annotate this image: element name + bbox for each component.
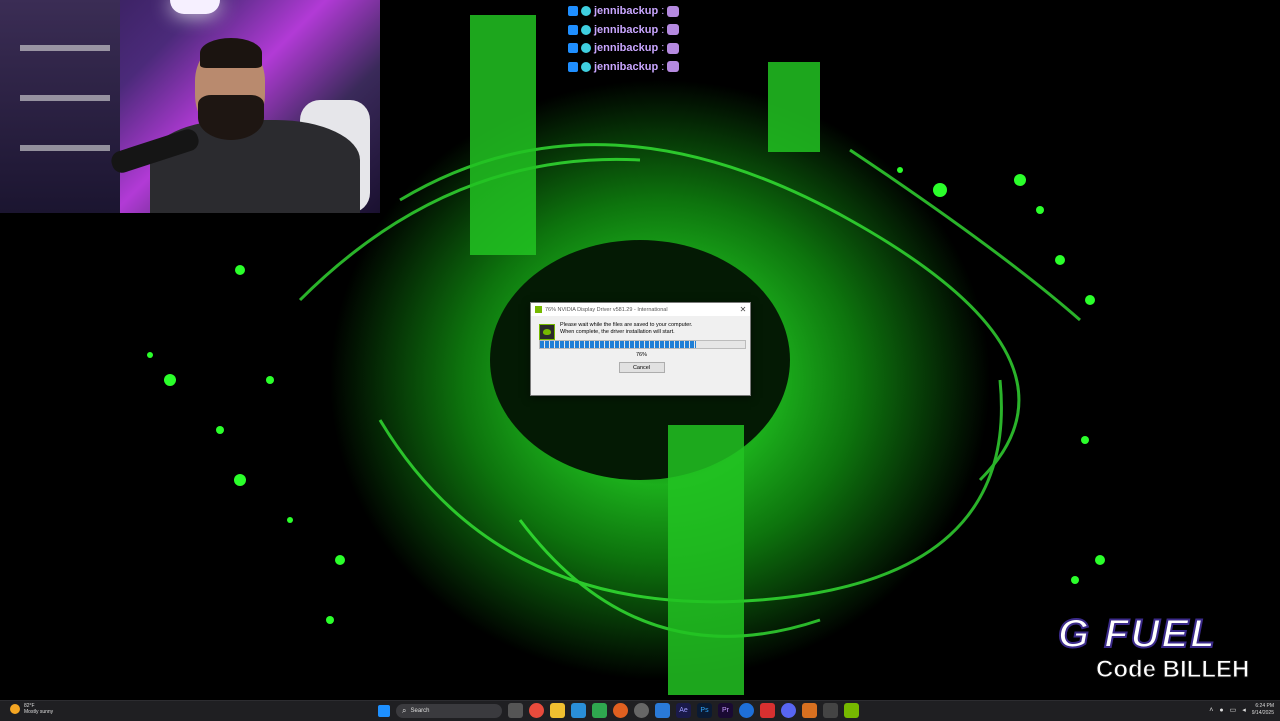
nvidia-logo-icon [539, 324, 555, 340]
nvidia-taskbar-icon[interactable] [844, 703, 859, 718]
chevron-up-icon[interactable]: ˄ [1209, 707, 1213, 714]
pixel-artifact [768, 62, 820, 152]
dialog-titlebar[interactable]: 76% NVIDIA Display Driver v581.29 - Inte… [531, 303, 750, 316]
badge-icon [568, 24, 578, 35]
app-icon[interactable] [739, 703, 754, 718]
sponsor-brand: G FUEL [1057, 611, 1217, 657]
weather-desc: Mostly sunny [24, 709, 54, 715]
app-icon[interactable] [760, 703, 775, 718]
emote-icon [667, 61, 680, 73]
chat-overlay: jennibackup : jennibackup : jennibackup … [568, 2, 768, 76]
chat-message: jennibackup : [568, 58, 768, 77]
badge-icon [581, 6, 591, 17]
app-icon[interactable] [802, 703, 817, 718]
app-icon[interactable] [634, 703, 649, 718]
app-icon[interactable] [613, 703, 628, 718]
clock-date: 9/14/2025 [1251, 710, 1274, 716]
volume-icon[interactable]: ◂ [1242, 706, 1246, 714]
badge-icon [581, 24, 591, 35]
search-icon: ⌕ [402, 705, 407, 715]
sponsor-code: Code BILLEH [1095, 656, 1250, 684]
photoshop-icon[interactable]: Ps [697, 703, 712, 718]
taskbar: 82°F Mostly sunny ⌕ Search Ae Ps Pr ˄ ● … [0, 700, 1280, 721]
network-icon[interactable]: ▭ [1230, 706, 1237, 714]
app-icon[interactable] [823, 703, 838, 718]
clock-time: 6:24 PM [1255, 703, 1274, 709]
progress-fill [540, 341, 696, 348]
discord-icon[interactable] [781, 703, 796, 718]
badge-icon [568, 61, 578, 72]
close-icon[interactable]: ✕ [736, 305, 750, 314]
dialog-message: Please wait while the files are saved to… [560, 322, 744, 336]
chat-username: jennibackup [594, 5, 659, 18]
badge-icon [568, 6, 578, 17]
app-icon[interactable] [592, 703, 607, 718]
badge-icon [581, 61, 591, 72]
after-effects-icon[interactable]: Ae [676, 703, 691, 718]
message-line: Please wait while the files are saved to… [560, 322, 693, 328]
message-line: When complete, the driver installation w… [560, 329, 675, 335]
app-icon[interactable] [655, 703, 670, 718]
chat-message: jennibackup : [568, 39, 768, 58]
chat-username: jennibackup [594, 42, 659, 55]
nvidia-extract-dialog: 76% NVIDIA Display Driver v581.29 - Inte… [530, 302, 751, 396]
chat-username: jennibackup [594, 23, 659, 36]
mic-icon[interactable]: ● [1219, 707, 1223, 714]
task-view-icon[interactable] [508, 703, 523, 718]
chat-message: jennibackup : [568, 21, 768, 40]
clock[interactable]: 6:24 PM 9/14/2025 [1252, 703, 1274, 717]
weather-widget[interactable]: 82°F Mostly sunny [10, 703, 53, 715]
emote-icon [667, 24, 680, 36]
taskbar-apps: ⌕ Search Ae Ps Pr [378, 703, 859, 718]
cancel-button[interactable]: Cancel [618, 362, 665, 373]
sponsor-overlay: G FUEL Code BILLEH [1057, 611, 1278, 692]
system-tray: ˄ ● ▭ ◂ 6:24 PM 9/14/2025 [1209, 703, 1274, 717]
progress-percent: 76% [635, 352, 647, 358]
chrome-icon[interactable] [529, 703, 544, 718]
chat-separator: : [661, 42, 665, 55]
pixel-artifact [668, 425, 744, 695]
dialog-title: 76% NVIDIA Display Driver v581.29 - Inte… [545, 306, 668, 313]
windows-start-icon[interactable] [378, 704, 390, 717]
badge-icon [568, 43, 578, 54]
app-icon[interactable] [571, 703, 586, 718]
sun-icon [10, 704, 20, 714]
chat-separator: : [661, 23, 665, 36]
file-explorer-icon[interactable] [550, 703, 565, 718]
chat-message: jennibackup : [568, 2, 768, 21]
chat-separator: : [661, 5, 665, 18]
progress-bar [539, 340, 746, 349]
emote-icon [667, 42, 680, 54]
badge-icon [581, 43, 591, 54]
nvidia-icon [535, 306, 542, 313]
webcam-overlay [0, 0, 380, 213]
taskbar-search[interactable]: ⌕ Search [396, 703, 502, 718]
premiere-icon[interactable]: Pr [718, 703, 733, 718]
pixel-artifact [470, 15, 536, 255]
emote-icon [667, 5, 680, 17]
chat-separator: : [661, 60, 665, 73]
search-label: Search [410, 707, 430, 714]
chat-username: jennibackup [594, 60, 659, 73]
